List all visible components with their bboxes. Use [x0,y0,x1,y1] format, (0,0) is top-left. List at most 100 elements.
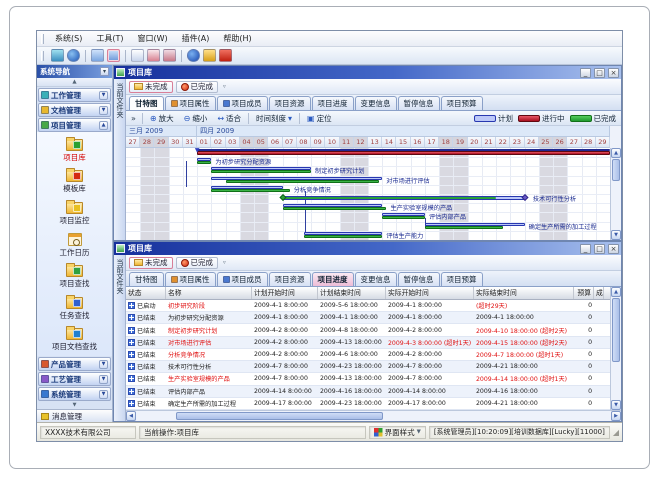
sidebar-pin-button[interactable]: ▾ [100,67,109,76]
folder-open-icon[interactable] [107,49,120,62]
filter-tab-incomplete[interactable]: 未完成 [129,257,173,269]
fit-button[interactable]: ↔适合 [214,113,244,124]
column-header-actual-start[interactable]: 实际开始时间 [386,287,474,299]
scrollbar-thumb[interactable] [612,159,620,181]
chevron-down-icon[interactable]: ▼ [99,360,108,369]
tab-resources[interactable]: 项目资源 [269,96,311,110]
sidebar-group-project-mgmt[interactable]: 项目管理▲ [38,118,111,132]
exit-icon[interactable] [219,49,232,62]
menubar-grip-handle[interactable] [41,34,44,44]
scroll-up-icon[interactable]: ▲ [611,148,621,158]
table-row[interactable]: 已结束制定初步研究计划2009-4-2 8:00:002009-4-8 18:0… [126,324,610,336]
menu-item-tools[interactable]: 工具(T) [89,32,130,45]
menu-item-window[interactable]: 窗口(W) [130,32,174,45]
chevron-down-icon[interactable]: ▼ [99,375,108,384]
task-done-bar[interactable] [197,161,211,164]
table-horizontal-scrollbar[interactable]: ◀ ▶ [126,410,621,421]
current-folder-strip[interactable]: 当前文件夹 [114,255,126,421]
table-row[interactable]: 已结束生产实验室规模的产品2009-4-7 8:00:002009-4-13 1… [126,373,610,385]
sidebar-group-doc-mgmt[interactable]: 文档管理▼ [38,103,111,117]
sidebar-collapse-button[interactable]: ▲ [37,78,112,87]
gantt-chart[interactable]: ▼为初步研究分配资源制定初步研究计划对市场进行评估分析竞争情况技术可行性分析生产… [126,148,621,240]
tab-changes[interactable]: 变更信息 [355,96,397,110]
locate-button[interactable]: ▣定位 [304,113,335,124]
lock-icon[interactable] [203,49,216,62]
task-done-bar[interactable] [211,170,311,173]
sidebar-group-system-mgmt[interactable]: 系统管理▼ [38,387,111,401]
column-header-status[interactable]: 状态 [126,287,166,299]
interface-style-dropdown[interactable]: 界面样式 ▼ [369,426,426,439]
toolbar-grip-handle[interactable] [41,51,44,61]
chevron-down-icon[interactable]: ▼ [99,91,108,100]
tab-properties[interactable]: 项目属性 [165,96,216,110]
tab-pauses[interactable]: 暂停信息 [398,96,440,110]
task-done-bar[interactable] [283,207,387,210]
current-folder-strip[interactable]: 当前文件夹 [114,79,126,240]
menu-item-help[interactable]: 帮助(H) [216,32,258,45]
sidebar-group-process-mgmt[interactable]: 工艺管理▼ [38,372,111,386]
table-vertical-scrollbar[interactable]: ▲ ▼ [610,287,621,410]
table-row[interactable]: 已启动初步研究阶段2009-4-1 8:00:002009-5-6 18:00:… [126,300,610,312]
column-header-cost[interactable]: 成 [594,287,604,299]
sidebar-item-project-doc-search[interactable]: 项目文档查找 [37,324,112,356]
sidebar-item-template-library[interactable]: 模板库 [37,167,112,199]
scroll-up-icon[interactable]: ▲ [611,287,621,297]
column-header-name[interactable]: 名称 [166,287,252,299]
gantt-vertical-scrollbar[interactable]: ▲ ▼ [610,148,621,240]
table-row[interactable]: 已结束技术可行性分析2009-4-7 8:00:002009-4-23 18:0… [126,361,610,373]
filter-overflow-icon[interactable]: ▿ [223,260,226,266]
form-add-icon[interactable] [147,49,160,62]
menu-item-plugins[interactable]: 插件(A) [175,32,217,45]
tab-gantt[interactable]: 甘特图 [129,272,164,286]
scroll-left-icon[interactable]: ◀ [126,411,136,421]
table-row[interactable]: 已结束分析竞争情况2009-4-2 8:00:002009-4-6 18:00:… [126,349,610,361]
scroll-down-icon[interactable]: ▼ [611,400,621,410]
help-icon[interactable] [187,49,200,62]
zoom-in-button[interactable]: ⊕放大 [147,113,177,124]
column-header-plan-start[interactable]: 计划开始时间 [252,287,318,299]
close-button[interactable]: × [608,244,619,254]
tab-resources[interactable]: 项目资源 [269,272,311,286]
filter-overflow-icon[interactable]: ▿ [223,84,226,90]
tab-members[interactable]: 项目成员 [217,272,268,286]
progress-window-titlebar[interactable]: 项目库 _ □ × [114,242,621,255]
resize-grip[interactable]: ◢ [613,428,619,437]
table-row[interactable]: 已结束确定生产所需的加工过程2009-4-17 8:00:002009-4-23… [126,398,610,410]
tab-progress[interactable]: 项目进度 [312,272,354,286]
sidebar-item-task-search[interactable]: 任务查找 [37,293,112,325]
tab-progress[interactable]: 项目进度 [312,96,354,110]
sidebar-item-project-library[interactable]: 项目库 [37,135,112,167]
tab-budget[interactable]: 项目预算 [441,96,483,110]
scroll-right-icon[interactable]: ▶ [611,411,621,421]
chevron-down-icon[interactable]: ▼ [99,390,108,399]
task-done-bar[interactable] [425,226,503,229]
filter-tab-incomplete[interactable]: 未完成 [129,81,173,93]
folder-icon[interactable] [91,49,104,62]
column-header-budget[interactable]: 预算 [574,287,594,299]
globe-icon[interactable] [67,49,80,62]
maximize-button[interactable]: □ [594,244,605,254]
chevron-down-icon[interactable]: ▼ [99,106,108,115]
form-delete-icon[interactable] [163,49,176,62]
project-active-bar[interactable] [197,151,610,155]
table-row[interactable]: 已结束对市场进行评估2009-4-2 8:00:002009-4-13 18:0… [126,337,610,349]
minimize-button[interactable]: _ [580,68,591,78]
sidebar-item-work-calendar[interactable]: 工作日历 [37,230,112,262]
minimize-button[interactable]: _ [580,244,591,254]
sidebar-group-product-mgmt[interactable]: 产品管理▼ [38,357,111,371]
close-button[interactable]: × [608,68,619,78]
task-done-bar[interactable] [304,235,382,238]
filter-tab-complete[interactable]: 已完成 [176,81,219,93]
chevron-up-icon[interactable]: ▲ [99,121,108,130]
computer-icon[interactable] [51,49,64,62]
scrollbar-thumb[interactable] [176,412,384,420]
column-header-actual-end[interactable]: 实际结束时间 [474,287,574,299]
time-scale-dropdown[interactable]: 时间刻度▾ [253,113,295,124]
tab-pauses[interactable]: 暂停信息 [398,272,440,286]
zoom-out-button[interactable]: ⊖缩小 [181,113,211,124]
gantt-window-titlebar[interactable]: 项目库 _ □ × [114,66,621,79]
table-row[interactable]: 已结束评估内部产品2009-4-14 8:00:002009-4-16 18:0… [126,386,610,398]
maximize-button[interactable]: □ [594,68,605,78]
sidebar-overflow-chevron-icon[interactable]: ▼ [37,401,112,409]
table-row[interactable]: 已结束为初步研究分配资源2009-4-1 8:00:002009-4-1 18:… [126,312,610,324]
